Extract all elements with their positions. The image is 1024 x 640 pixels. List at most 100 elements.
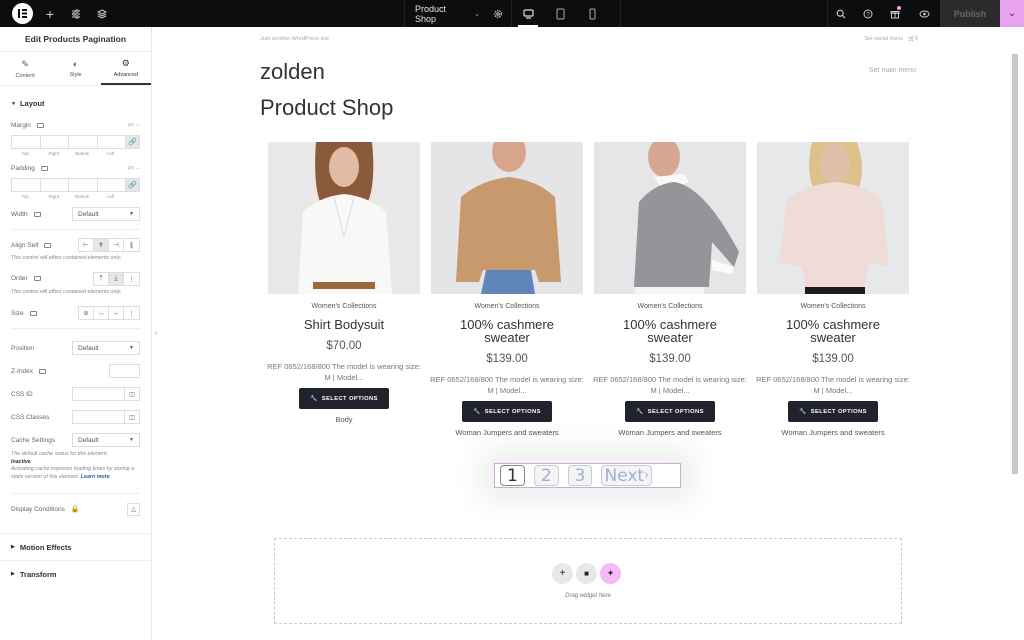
product-category[interactable]: Women's Collections <box>800 303 865 310</box>
product-tag[interactable]: Woman Jumpers and sweaters <box>455 428 558 437</box>
tab-style[interactable]: ◐ Style <box>50 52 100 85</box>
cache-select[interactable]: Default ▼ <box>72 433 140 447</box>
margin-bottom-input[interactable] <box>68 135 97 149</box>
tab-content[interactable]: ✎ Content <box>0 52 50 85</box>
page-settings-button[interactable] <box>486 0 511 27</box>
page-1-button[interactable]: 1 <box>500 465 525 486</box>
align-start-button[interactable]: ⊢ <box>79 239 94 251</box>
dynamic-tags-icon[interactable]: ◫ <box>124 411 139 423</box>
zindex-input[interactable] <box>109 364 140 378</box>
css-classes-input[interactable]: ◫ <box>72 410 140 424</box>
product-image[interactable] <box>268 142 420 294</box>
link-values-button[interactable]: 🔗 <box>125 178 140 192</box>
empty-section-dropzone[interactable]: + ■ ✦ Drag widget here <box>274 538 902 624</box>
page-3-button[interactable]: 3 <box>567 465 593 486</box>
padding-left-input[interactable] <box>96 178 125 192</box>
products-pagination-widget[interactable]: 1 2 3 Next › <box>494 463 681 488</box>
product-name[interactable]: 100% cashmere sweater <box>768 318 898 344</box>
top-label: Top <box>21 194 29 199</box>
product-tag[interactable]: Woman Jumpers and sweaters <box>781 428 884 437</box>
elementor-logo-button[interactable] <box>12 3 33 24</box>
position-select[interactable]: Default ▼ <box>72 341 140 355</box>
unit-selector[interactable]: px ⌄ <box>128 165 140 171</box>
css-id-control: CSS ID ◫ <box>11 387 140 401</box>
product-category[interactable]: Women's Collections <box>637 303 702 310</box>
size-custom-button[interactable]: ⋮ <box>124 307 139 319</box>
site-settings-button[interactable] <box>63 0 89 27</box>
learn-more-link[interactable]: Learn more <box>81 474 110 480</box>
product-name[interactable]: 100% cashmere sweater <box>442 318 572 344</box>
display-conditions-button[interactable]: △ <box>127 502 140 516</box>
publish-options-button[interactable]: ⌄ <box>1000 0 1024 27</box>
structure-button[interactable] <box>89 0 115 27</box>
product-image[interactable] <box>594 142 746 294</box>
tablet-mode-button[interactable] <box>544 0 576 27</box>
order-last-button[interactable]: ⤓ <box>109 272 124 285</box>
search-button[interactable] <box>827 0 854 27</box>
align-stretch-button[interactable]: ∥ <box>124 239 139 251</box>
publish-button[interactable]: Publish <box>940 0 1000 27</box>
product-name[interactable]: 100% cashmere sweater <box>605 318 735 344</box>
next-page-button[interactable]: Next › <box>601 465 653 486</box>
cart-icon[interactable]: 🛒 <box>908 36 915 42</box>
mobile-mode-button[interactable] <box>576 0 608 27</box>
order-first-button[interactable]: ⤒ <box>94 272 109 285</box>
size-shrink-button[interactable]: ⇔ <box>109 307 124 319</box>
margin-top-input[interactable] <box>11 135 40 149</box>
padding-right-input[interactable] <box>39 178 68 192</box>
padding-bottom-input[interactable] <box>68 178 97 192</box>
desktop-icon[interactable] <box>33 211 41 217</box>
link-values-button[interactable]: 🔗 <box>125 135 140 149</box>
align-center-button[interactable]: ✝ <box>94 239 109 251</box>
layout-section-toggle[interactable]: ▼ Layout <box>11 86 140 118</box>
preview-button[interactable] <box>908 0 940 27</box>
unit-selector[interactable]: px ⌄ <box>128 122 140 128</box>
site-title[interactable]: zolden <box>260 59 325 85</box>
select-options-button[interactable]: 🔧 SELECT OPTIONS <box>788 401 878 422</box>
desktop-icon[interactable] <box>40 165 48 171</box>
product-tag[interactable]: Woman Jumpers and sweaters <box>618 428 721 437</box>
desktop-icon[interactable] <box>29 310 37 316</box>
padding-top-input[interactable] <box>11 178 40 192</box>
product-category[interactable]: Women's Collections <box>311 303 376 310</box>
ai-generate-button[interactable]: ✦ <box>600 563 621 584</box>
desktop-mode-button[interactable] <box>512 0 544 27</box>
size-none-button[interactable]: ⊘ <box>79 307 94 319</box>
transform-section[interactable]: ▶ Transform <box>0 560 151 587</box>
size-grow-button[interactable]: ↔ <box>94 307 109 319</box>
cart-count: 0 <box>914 36 918 42</box>
dynamic-tags-icon[interactable]: ◫ <box>124 388 139 400</box>
width-select[interactable]: Default ▼ <box>72 207 140 221</box>
whats-new-button[interactable] <box>881 0 908 27</box>
product-tag[interactable]: Body <box>335 415 352 424</box>
select-options-button[interactable]: 🔧 SELECT OPTIONS <box>299 388 389 409</box>
motion-effects-section[interactable]: ▶ Motion Effects <box>0 533 151 560</box>
margin-right-input[interactable] <box>39 135 68 149</box>
product-category[interactable]: Women's Collections <box>474 303 539 310</box>
canvas-scrollbar[interactable] <box>1012 54 1018 474</box>
product-name[interactable]: Shirt Bodysuit <box>279 318 409 331</box>
social-menu-link[interactable]: Set social menu <box>864 36 903 42</box>
product-image[interactable] <box>431 142 583 294</box>
desktop-icon[interactable] <box>44 242 52 248</box>
product-image[interactable] <box>757 142 909 294</box>
desktop-icon[interactable] <box>39 368 47 374</box>
desktop-icon[interactable] <box>36 122 44 128</box>
desktop-icon[interactable] <box>33 276 41 281</box>
select-options-button[interactable]: 🔧 SELECT OPTIONS <box>625 401 715 422</box>
collapse-panel-button[interactable]: ‹ <box>152 325 160 341</box>
css-id-input[interactable]: ◫ <box>72 387 140 401</box>
add-template-button[interactable]: ■ <box>576 563 597 584</box>
select-options-button[interactable]: 🔧 SELECT OPTIONS <box>462 401 552 422</box>
main-menu-link[interactable]: Set main menu <box>869 67 916 74</box>
align-end-button[interactable]: ⊣ <box>109 239 124 251</box>
add-section-button[interactable]: + <box>552 563 573 584</box>
margin-inputs: 🔗 <box>11 135 140 149</box>
page-2-button[interactable]: 2 <box>533 465 559 486</box>
add-element-button[interactable]: + <box>37 0 63 27</box>
help-button[interactable]: ? <box>854 0 881 27</box>
document-title-dropdown[interactable]: Product Shop ⌄ <box>405 4 486 24</box>
order-custom-button[interactable]: ⋮ <box>124 273 139 285</box>
tab-advanced[interactable]: ⚙ Advanced <box>100 52 151 85</box>
margin-left-input[interactable] <box>96 135 125 149</box>
